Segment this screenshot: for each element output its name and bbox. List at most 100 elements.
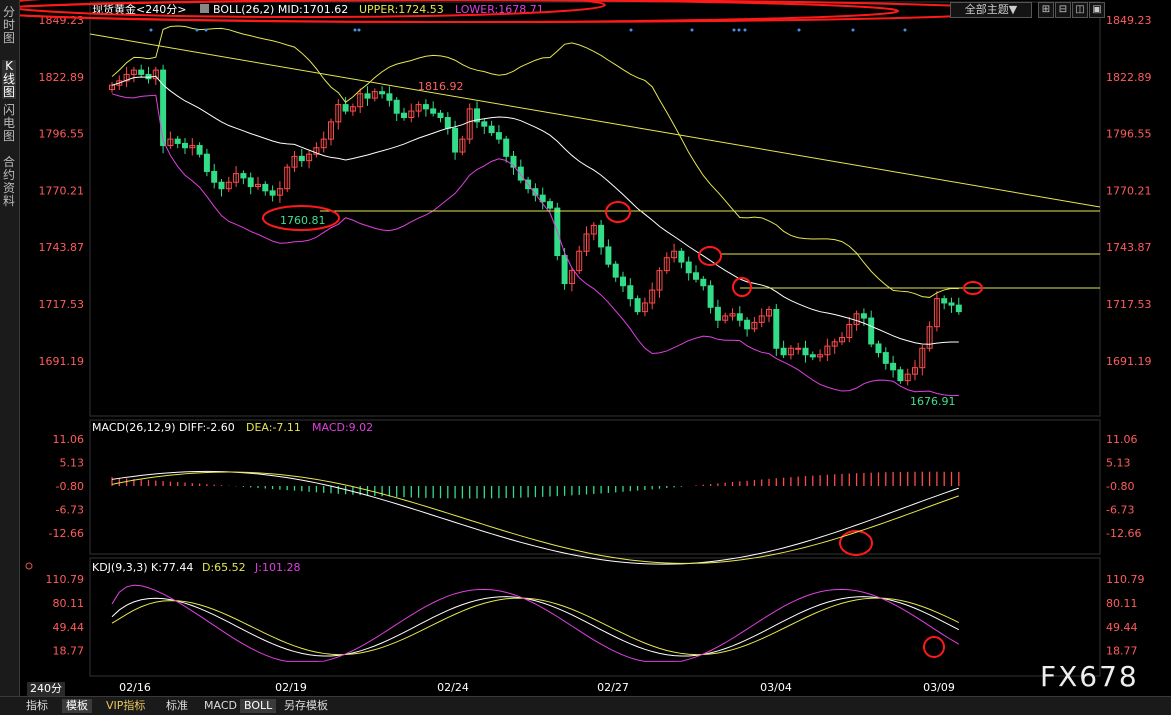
event-marker-dot [690,28,694,32]
kdj-tick-left: 18.77 [53,645,85,658]
annotation-high: 1816.92 [418,80,464,93]
bottom-toolbar: 指标 模板 VIP指标 标准 MACD BOLL 另存模板 [0,696,1171,715]
macd-diff-line [111,470,959,565]
price-tick-right: 1770.21 [1106,184,1152,197]
tab-vip-indicator[interactable]: VIP指标 [102,699,149,713]
tab-indicator[interactable]: 指标 [22,699,52,713]
candle-body [422,104,429,110]
boll-mid-line [111,75,959,345]
candle-body [364,93,371,99]
layout-icon[interactable]: ◫ [1072,2,1088,18]
candle-body [174,138,181,144]
kdj-tick-right: 110.79 [1106,573,1145,586]
candle-body [714,306,721,321]
sidebar-tab-kline-chart[interactable]: K线图 [2,60,16,99]
date-label: 02/24 [437,681,469,694]
candle-body [203,153,210,172]
candle-body [941,298,948,304]
boll-mid-label: BOLL(26,2) MID:1701.62 [213,3,348,16]
tab-macd[interactable]: MACD [200,699,241,713]
candle-body [860,313,867,319]
zoom-in-icon[interactable]: ⊞ [1038,2,1054,18]
candle-body [160,69,167,147]
event-marker-dot [204,28,208,32]
event-marker-dot [737,28,741,32]
annotation-low-2: 1676.91 [910,395,956,408]
date-label: 02/27 [597,681,629,694]
event-marker-dot [149,28,153,32]
tab-boll[interactable]: BOLL [240,699,277,713]
candle-body [612,263,619,278]
date-label: 03/09 [923,681,955,694]
macd-tick-right: 5.13 [1106,457,1131,470]
kdj-tick-left: 110.79 [46,573,85,586]
candle-body [693,272,699,280]
candle-body [240,173,247,179]
candle-body [379,91,386,95]
event-marker-dot [357,28,361,32]
boll-upper-line [111,25,959,298]
price-tick-right: 1849.23 [1106,14,1152,27]
price-panel-frame [89,1,1101,417]
tab-save-template[interactable]: 另存模板 [280,699,332,713]
tab-template[interactable]: 模板 [62,699,92,713]
sidebar-tab-tick-chart[interactable]: 分时图 [2,6,16,45]
candle-body [948,302,955,306]
period-badge[interactable]: 240分 [27,682,65,696]
candle-body [700,278,707,287]
macd-tick-left: -12.66 [49,527,84,540]
candle-body [444,117,451,129]
candle-body [342,104,349,112]
kdj-j-label: J:101.28 [254,561,300,574]
kline-chart[interactable]: 1849.23 1849.231822.89 1822.891796.55 1796.… [20,0,1171,696]
annotation-low-1: 1760.81 [280,214,326,227]
highlight-circle [698,246,722,266]
candle-body [298,155,305,162]
macd-panel-frame [89,419,1101,555]
candle-body [547,201,553,209]
descending-trendline [89,33,1101,208]
candle-body [868,317,875,345]
macd-tick-left: 11.06 [53,433,85,446]
candle-body [773,308,780,349]
kdj-d-line [111,597,960,656]
tab-standard[interactable]: 标准 [162,699,192,713]
theme-dropdown[interactable]: 全部主题▼ [950,2,1032,18]
macd-tick-right: 11.06 [1106,433,1138,446]
macd-tick-left: -6.73 [56,504,84,517]
price-tick-left: 1796.55 [39,128,85,141]
candle-body [561,255,568,285]
event-marker-dot [195,28,199,32]
candle-body [627,285,634,300]
candle-body [809,354,816,358]
kdj-tick-right: 80.11 [1106,597,1138,610]
date-label: 02/19 [275,681,307,694]
candle-body [138,69,145,75]
macd-tick-right: -0.80 [1106,480,1134,493]
sidebar-tab-flash-chart[interactable]: 闪电图 [2,104,16,143]
price-tick-left: 1743.87 [39,241,85,254]
sidebar-tab-contract-info[interactable]: 合约资料 [2,156,16,208]
left-sidebar: 分时图 K线图 闪电图 合约资料 [0,0,20,714]
boll-lower-line [111,93,959,397]
macd-tick-right: -6.73 [1106,504,1134,517]
candle-body [802,347,809,356]
candle-body [211,170,218,183]
indicator-settings-icon [200,4,209,13]
zoom-out-icon[interactable]: ⊟ [1055,2,1071,18]
watermark-logo: FX678 [1040,660,1139,693]
candle-body [182,142,188,149]
macd-diff-label: MACD(26,12,9) DIFF:-2.60 [92,421,235,434]
kdj-tick-left: 49.44 [53,621,85,634]
price-tick-left: 1717.53 [39,298,85,311]
kdj-k-label: KDJ(9,3,3) K:77.44 [92,561,193,574]
candle-body [605,246,612,265]
candle-body [744,319,751,330]
kdj-tick-left: 80.11 [53,597,85,610]
candle-body [685,261,692,274]
candle-body [247,177,254,188]
maximize-icon[interactable]: ▣ [1089,2,1105,18]
macd-tick-left: -0.80 [56,480,84,493]
candle-body [736,313,743,321]
highlight-circle [923,636,945,658]
